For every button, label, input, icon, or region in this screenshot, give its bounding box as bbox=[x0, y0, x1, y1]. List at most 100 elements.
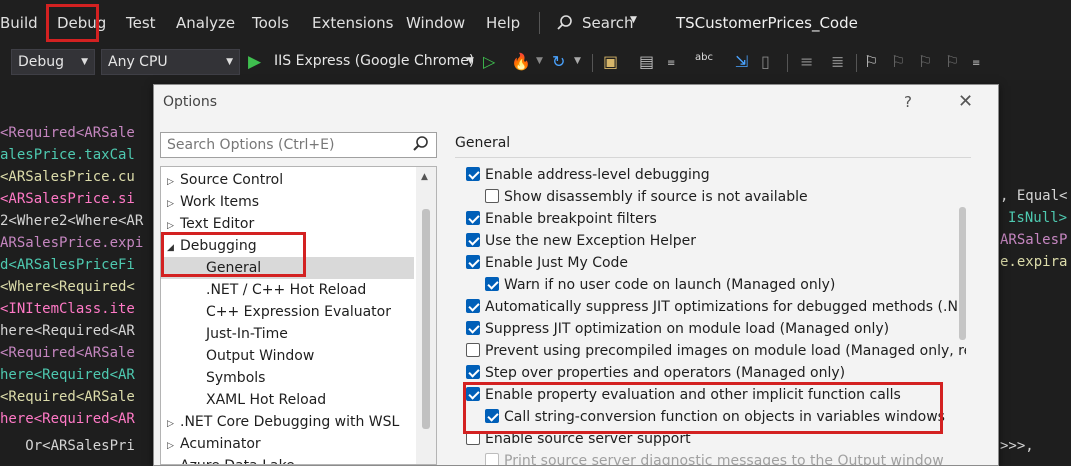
toolbar-divider bbox=[856, 54, 857, 72]
code-fragment: >>>, bbox=[1000, 438, 1034, 454]
menu-analyze[interactable]: Analyze bbox=[176, 14, 235, 32]
option-checkbox[interactable] bbox=[466, 321, 480, 335]
options-scrollbar-thumb[interactable] bbox=[959, 207, 966, 340]
bookmark-icon[interactable]: ⚐ bbox=[864, 52, 878, 71]
open-folder-icon[interactable]: ▣ bbox=[603, 52, 618, 71]
tree-item-label: Symbols bbox=[206, 370, 266, 386]
tree-item[interactable]: ▷ .NET Core Debugging with WSL bbox=[167, 411, 399, 433]
option-checkbox[interactable] bbox=[466, 211, 480, 225]
platform-combo[interactable]: Any CPU ▼ bbox=[101, 49, 240, 75]
close-button[interactable]: ✕ bbox=[958, 91, 973, 112]
code-fragment: IsNull> bbox=[1008, 210, 1068, 226]
hot-reload-icon[interactable]: 🔥 bbox=[511, 52, 531, 71]
menu-test[interactable]: Test bbox=[126, 14, 156, 32]
option-checkbox[interactable] bbox=[466, 167, 480, 181]
layout-icon[interactable]: ▤ bbox=[639, 52, 654, 71]
code-line: <ARSalesPrice.cu bbox=[0, 169, 135, 185]
tree-item-label: Source Control bbox=[180, 172, 284, 188]
code-fragment: , Equal< bbox=[1000, 188, 1068, 204]
spell-check-icon[interactable]: abc bbox=[695, 52, 713, 63]
chevron-down-icon: ▼ bbox=[226, 57, 233, 67]
tree-item[interactable]: ▷ Work Items bbox=[167, 191, 259, 213]
search-icon bbox=[557, 15, 572, 30]
highlight-debug-menu bbox=[46, 4, 99, 42]
code-line: <ARSalesPrice.si bbox=[0, 191, 135, 207]
start-without-debugging-icon[interactable]: ▷ bbox=[483, 52, 495, 71]
dialog-title: Options bbox=[163, 94, 218, 110]
search-icon bbox=[413, 136, 428, 151]
prev-bookmark-icon[interactable]: ⚐ bbox=[891, 52, 905, 71]
option-checkbox[interactable] bbox=[466, 255, 480, 269]
tree-item[interactable]: ▷ Source Control bbox=[167, 169, 283, 191]
option-checkbox[interactable] bbox=[466, 299, 480, 313]
uncomment-icon[interactable]: ≣ bbox=[831, 52, 844, 71]
option-label: Enable address-level debugging bbox=[485, 167, 710, 183]
chevron-down-icon[interactable]: ▼ bbox=[536, 56, 543, 66]
code-fragment: e.expira bbox=[1000, 254, 1068, 270]
help-button[interactable]: ? bbox=[904, 93, 912, 111]
option-label: Suppress JIT optimization on module load… bbox=[485, 321, 890, 337]
options-scrollbar[interactable] bbox=[957, 164, 969, 465]
code-fragment: ARSalesP bbox=[1000, 232, 1068, 248]
collapse-arrow-icon[interactable]: ▷ bbox=[167, 193, 180, 215]
tree-item-label: C++ Expression Evaluator bbox=[206, 304, 391, 320]
code-line: d<ARSalesPriceFi bbox=[0, 257, 135, 273]
highlight-property-evaluation bbox=[463, 382, 943, 434]
option-checkbox[interactable] bbox=[485, 453, 499, 465]
play-icon: ▶ bbox=[248, 52, 262, 72]
option-checkbox[interactable] bbox=[466, 343, 480, 357]
code-line: ARSalesPrice.expi bbox=[0, 235, 144, 251]
tree-item[interactable]: C++ Expression Evaluator bbox=[206, 301, 391, 323]
menu-window[interactable]: Window bbox=[406, 14, 465, 32]
option-label: Show disassembly if source is not availa… bbox=[504, 189, 808, 205]
overflow-icon[interactable]: ≡ bbox=[667, 58, 675, 69]
tree-item[interactable]: .NET / C++ Hot Reload bbox=[206, 279, 366, 301]
search-placeholder: Search Options (Ctrl+E) bbox=[167, 137, 335, 153]
section-title: General bbox=[455, 135, 511, 151]
config-value: Debug bbox=[18, 54, 65, 70]
collapse-arrow-icon[interactable]: ▷ bbox=[167, 171, 180, 193]
menu-bar: Build Debug Test Analyze Tools Extension… bbox=[0, 0, 1071, 46]
chevron-down-icon: ▼ bbox=[630, 15, 637, 25]
menu-build[interactable]: Build bbox=[0, 14, 38, 32]
toolbar: Debug ▼ Any CPU ▼ ▶ IIS Express (Google … bbox=[0, 46, 1071, 80]
tree-item[interactable]: Just-In-Time bbox=[206, 323, 288, 345]
option-checkbox[interactable] bbox=[485, 189, 499, 203]
tree-item-label: Text Editor bbox=[180, 216, 255, 232]
option-label: Print source server diagnostic messages … bbox=[504, 453, 944, 465]
tree-item-label: Output Window bbox=[206, 348, 315, 364]
options-dialog: Options ? ✕ Search Options (Ctrl+E) ▷ Sou… bbox=[153, 84, 999, 466]
chevron-down-icon[interactable]: ▼ bbox=[574, 56, 581, 66]
tree-item[interactable]: XAML Hot Reload bbox=[206, 389, 326, 411]
search-label: Search bbox=[582, 14, 634, 32]
clear-bookmarks-icon[interactable]: ⚐ bbox=[945, 52, 959, 71]
option-checkbox[interactable] bbox=[485, 277, 499, 291]
tree-scrollbar-thumb[interactable] bbox=[422, 209, 430, 429]
format-icon[interactable]: ▯ bbox=[761, 52, 770, 71]
scroll-up-icon[interactable]: ▲ bbox=[421, 172, 428, 182]
option-checkbox[interactable] bbox=[466, 233, 480, 247]
next-bookmark-icon[interactable]: ⚐ bbox=[918, 52, 932, 71]
code-line: alesPrice.taxCal bbox=[0, 147, 135, 163]
code-line: here<Required<AR bbox=[0, 411, 135, 427]
tree-item-label: Acuminator bbox=[180, 436, 261, 452]
collapse-arrow-icon[interactable]: ▷ bbox=[167, 435, 180, 457]
menu-tools[interactable]: Tools bbox=[252, 14, 289, 32]
tree-item-label: Work Items bbox=[180, 194, 260, 210]
tree-item[interactable]: Output Window bbox=[206, 345, 314, 367]
tree-item[interactable]: Symbols bbox=[206, 367, 265, 389]
config-combo[interactable]: Debug ▼ bbox=[11, 49, 95, 75]
option-checkbox[interactable] bbox=[466, 365, 480, 379]
tree-item-label: .NET Core Debugging with WSL bbox=[180, 414, 400, 430]
step-icon[interactable]: ⇲ bbox=[735, 52, 748, 71]
menu-help[interactable]: Help bbox=[486, 14, 520, 32]
collapse-arrow-icon[interactable]: ▷ bbox=[167, 413, 180, 435]
tree-scrollbar[interactable]: ▲ bbox=[416, 167, 436, 464]
restart-icon[interactable]: ↻ bbox=[552, 52, 565, 71]
overflow-icon[interactable]: ≡ bbox=[972, 58, 980, 69]
tree-item-label: XAML Hot Reload bbox=[206, 392, 327, 408]
tree-item[interactable]: ▷ Acuminator bbox=[167, 433, 261, 455]
search-input[interactable]: Search Options (Ctrl+E) bbox=[160, 132, 437, 158]
menu-extensions[interactable]: Extensions bbox=[312, 14, 393, 32]
comment-icon[interactable]: ≡ bbox=[800, 52, 813, 71]
